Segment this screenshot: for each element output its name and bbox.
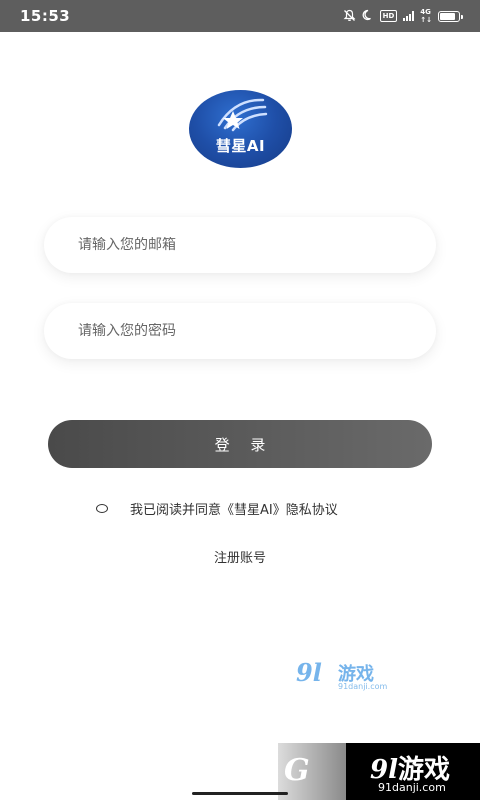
bottom-banner: G 9l游戏 91danji.com [278,743,480,800]
watermark-brand-num: 9l [296,658,322,687]
status-time: 15:53 [20,7,71,25]
agreement-row[interactable]: 我已阅读并同意《彗星AI》隐私协议 [96,498,338,518]
home-indicator[interactable] [192,792,288,795]
network-label-top: 4G [420,8,431,16]
comet-star-icon [217,98,267,131]
moon-icon [362,9,374,23]
agreement-radio[interactable] [96,503,108,513]
agreement-text[interactable]: 我已阅读并同意《彗星AI》隐私协议 [130,499,338,518]
signal-icon [403,11,415,21]
password-input[interactable] [78,323,436,339]
watermark-url: 91danji.com [338,682,388,691]
register-link[interactable]: 注册账号 [0,547,480,566]
email-field-container [44,217,436,273]
email-input[interactable] [78,237,436,253]
status-bar: 15:53 HD 4G ↑↓ [0,0,480,32]
banner-url: 91danji.com [378,781,446,794]
app-logo: 彗星AI [189,90,292,168]
banner-left-glyph: G [278,743,346,800]
battery-level [440,12,456,20]
logo-text: 彗星AI [215,136,266,155]
battery-icon [438,10,463,22]
hd-icon: HD [379,10,398,22]
watermark: 9l 游戏 91danji.com [296,658,396,698]
status-icons: HD 4G ↑↓ [343,8,463,24]
login-button[interactable]: 登 录 [48,420,432,468]
network-type: 4G ↑↓ [420,8,432,24]
network-label-bottom: ↑↓ [420,16,432,24]
mute-bell-icon [343,9,356,24]
password-field-container [44,303,436,359]
